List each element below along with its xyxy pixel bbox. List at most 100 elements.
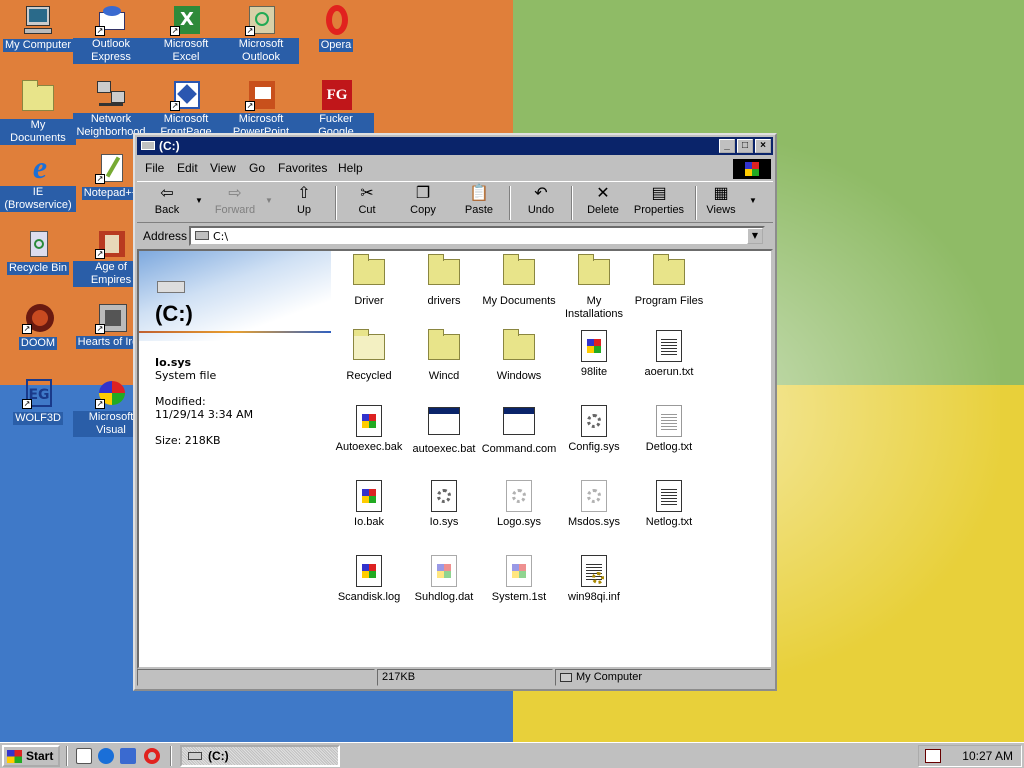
menu-file[interactable]: File [145,161,164,175]
up-button[interactable]: ⇧ Up [276,184,332,220]
file-item[interactable]: Config.sys [556,405,632,454]
antivirus-icon: FG [320,79,352,111]
frontpage-icon: ↗ [170,79,202,111]
file-item[interactable]: 98lite [556,330,632,379]
hearts-of-iron-icon: ↗ [95,302,127,334]
web-view-panel: (C:) Io.sys System file Modified: 11/29/… [139,251,331,667]
file-item[interactable]: Detlog.txt [631,405,707,454]
win98-file-icon [356,555,382,587]
address-input[interactable]: C:\ ▼ [189,226,765,246]
opera-icon[interactable] [144,748,160,764]
file-item[interactable]: autoexec.bat [406,405,482,456]
recycle-bin-icon [22,227,54,259]
clock[interactable]: 10:27 AM [962,749,1013,763]
system-file-icon [506,480,532,512]
program-icon [503,407,535,435]
system-file-icon [431,480,457,512]
copy-button[interactable]: ❐ Copy [395,184,451,220]
desktop-icon-outlook[interactable]: ↗ Microsoft Outlook [223,4,299,64]
network-icon [95,79,127,111]
menu-edit[interactable]: Edit [177,161,198,175]
outlook-express-icon[interactable] [120,748,136,764]
desktop-icon-my-documents[interactable]: My Documents [0,79,76,145]
age-of-empires-icon: ↗ [95,227,127,259]
file-item[interactable]: Windows [481,329,557,383]
file-item[interactable]: Command.com [481,405,557,456]
address-value: C:\ [213,230,229,243]
desktop-icon-my-computer[interactable]: My Computer [0,4,76,52]
file-item[interactable]: Scandisk.log [331,555,407,604]
minimize-button[interactable]: _ [719,139,735,153]
desktop-icon-doom[interactable]: ↗ DOOM [0,302,76,350]
file-item[interactable]: Netlog.txt [631,480,707,529]
outlook-icon: ↗ [245,4,277,36]
windows-flag-icon [7,750,22,763]
file-item[interactable]: drivers [406,254,482,308]
file-item[interactable]: Msdos.sys [556,480,632,529]
drive-icon [195,231,209,240]
undo-button[interactable]: ↶ Undo [513,184,569,220]
file-item[interactable]: My Documents [481,254,557,308]
menu-favorites[interactable]: Favorites [278,161,327,175]
window-titlebar[interactable]: (C:) _ □ × [137,137,773,155]
file-item[interactable]: Io.sys [406,480,482,529]
file-item[interactable]: Driver [331,254,407,308]
delete-button[interactable]: ✕ Delete [575,184,631,220]
desktop-icon-outlook-express[interactable]: ↗ Outlook Express [73,4,149,64]
maximize-button[interactable]: □ [737,139,753,153]
drive-icon [141,141,155,150]
paste-button[interactable]: 📋 Paste [451,184,507,220]
excel-icon: X ↗ [170,4,202,36]
desktop-icon-excel[interactable]: X ↗ Microsoft Excel [148,4,224,64]
file-item[interactable]: Autoexec.bak [331,405,407,454]
file-item[interactable]: Logo.sys [481,480,557,529]
doom-icon: ↗ [22,302,54,334]
drive-icon [188,752,202,760]
desktop-icon-ie[interactable]: e IE (Browservice) [0,151,76,212]
file-item[interactable]: Io.bak [331,480,407,529]
copy-icon: ❐ [415,185,431,202]
properties-button[interactable]: ▤ Properties [627,184,691,220]
address-dropdown-button[interactable]: ▼ [747,228,763,244]
file-item[interactable]: Suhdlog.dat [406,555,482,604]
file-item[interactable]: win98qi.inf [556,555,632,604]
back-button[interactable]: ⇦ Back [139,184,195,220]
content-pane[interactable]: (C:) Io.sys System file Modified: 11/29/… [137,249,773,669]
close-button[interactable]: × [755,139,771,153]
panel-banner [139,251,331,341]
file-item[interactable]: Wincd [406,329,482,383]
explorer-window[interactable]: (C:) _ □ × File Edit View Go Favorites H… [133,133,777,691]
wolf3d-icon: EG ↗ [22,377,54,409]
menu-bar: File Edit View Go Favorites Help [137,157,773,179]
file-item[interactable]: Recycled [331,329,407,383]
setup-info-icon [581,555,607,587]
file-item[interactable]: Program Files [631,254,707,308]
cut-button[interactable]: ✂ Cut [339,184,395,220]
forward-button[interactable]: ⇨ Forward [207,184,263,220]
menu-help[interactable]: Help [338,161,363,175]
desktop-icon-opera[interactable]: Opera [298,4,374,52]
start-button[interactable]: Start [2,745,60,767]
folder-icon [578,254,610,285]
desktop-icon-recycle-bin[interactable]: Recycle Bin [0,227,76,275]
opera-icon [320,4,352,36]
notepad-icon: ↗ [95,152,127,184]
folder-icon [503,329,535,360]
show-desktop-icon[interactable] [76,748,92,764]
file-item[interactable]: System.1st [481,555,557,604]
folder-icon [353,254,385,285]
ie-icon[interactable] [98,748,114,764]
views-button[interactable]: ▦ Views [693,184,749,220]
taskbar-window-button[interactable]: (C:) [180,745,340,767]
menu-view[interactable]: View [210,161,236,175]
system-file-icon [581,480,607,512]
scheduler-icon[interactable] [925,749,941,763]
text-file-icon [656,330,682,362]
desktop-icon-wolf3d[interactable]: EG ↗ WOLF3D [0,377,76,425]
my-computer-icon [560,673,572,682]
menu-go[interactable]: Go [249,161,265,175]
file-item[interactable]: My Installations [556,254,632,321]
file-item[interactable]: aoerun.txt [631,330,707,379]
system-file-icon [581,405,607,437]
modified-value: 11/29/14 3:34 AM [155,408,254,421]
